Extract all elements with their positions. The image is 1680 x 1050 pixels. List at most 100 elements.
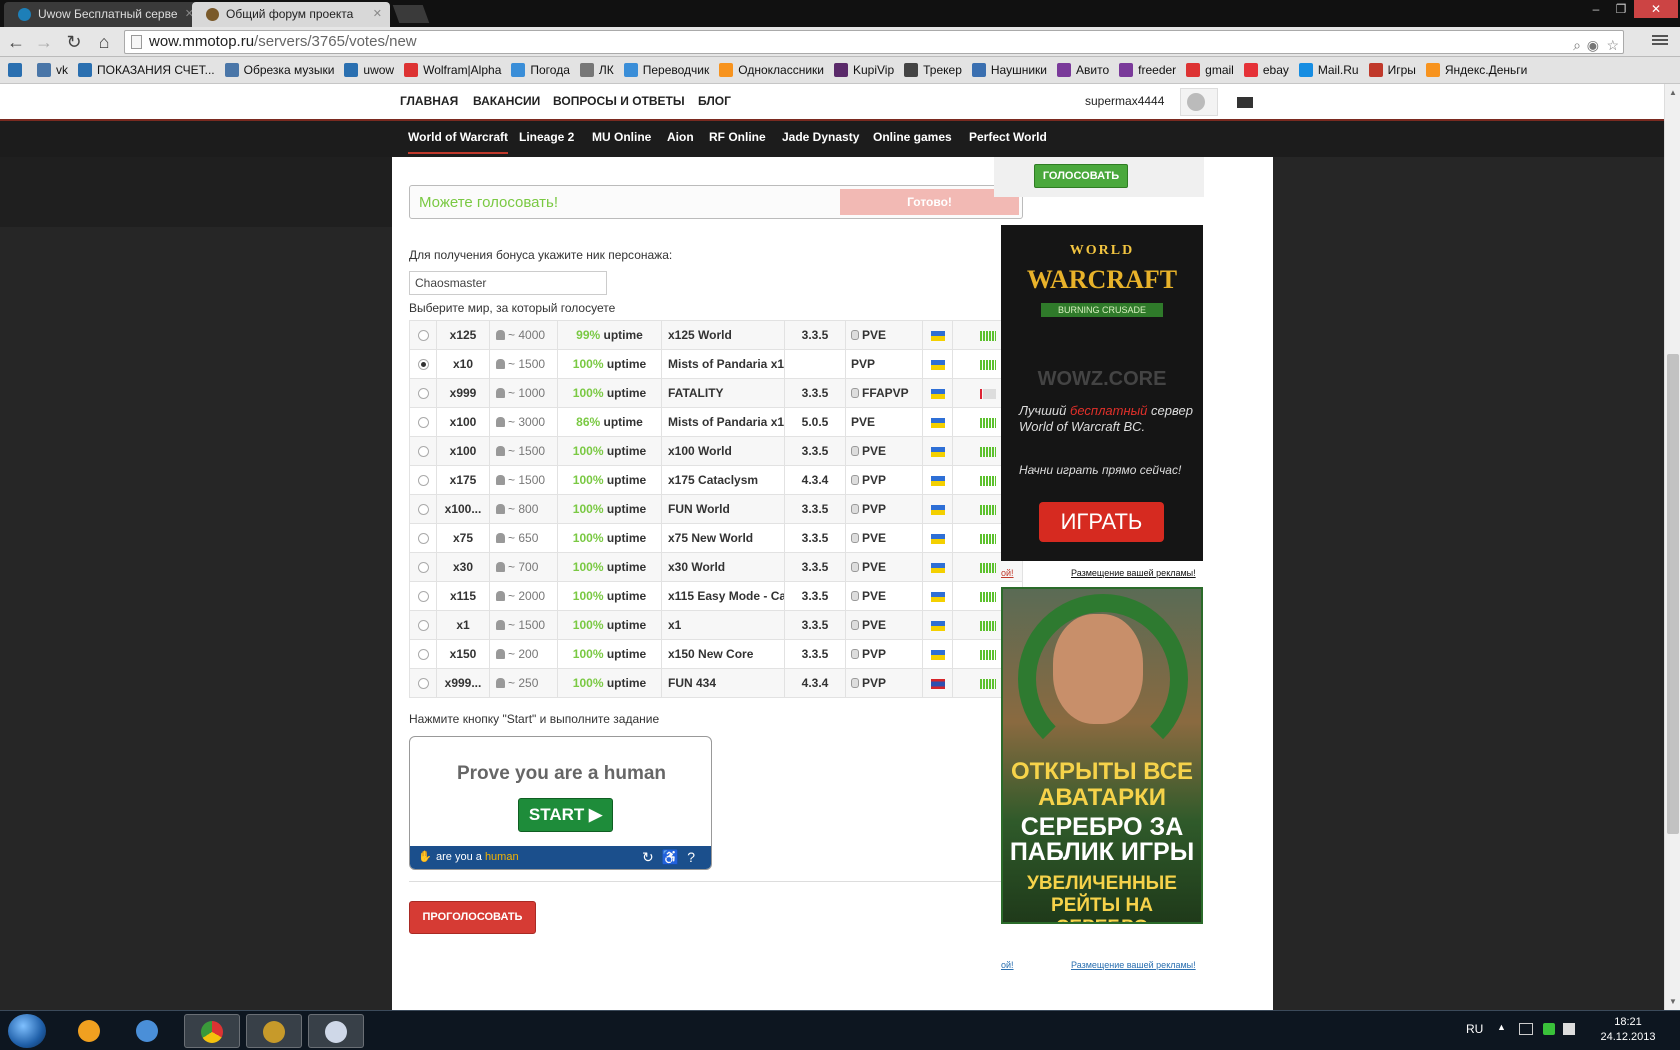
world-row[interactable]: x115~ 2000100% uptimex115 Easy Mode - Ca…: [409, 581, 1023, 611]
network-icon[interactable]: [1563, 1023, 1575, 1035]
bookmark-item[interactable]: gmail: [1186, 57, 1234, 83]
world-row[interactable]: x125 ~ 4000 99% uptime x125 World 3.3.5 PVE: [409, 320, 1023, 350]
ad-banner-game[interactable]: ОТКРЫТЫ ВСЕ АВАТАРКИ СЕРЕБРО ЗА ПАБЛИК И…: [1001, 587, 1203, 924]
close-window-icon[interactable]: ✕: [1634, 0, 1678, 18]
game-tab-rf[interactable]: RF Online: [709, 130, 766, 144]
world-row[interactable]: x175 ~ 1500 100% uptime x175 Cataclysm 4.3.4…: [409, 465, 1023, 495]
taskbar-app[interactable]: [308, 1014, 364, 1048]
world-radio[interactable]: [417, 359, 429, 371]
captcha-start-button[interactable]: START ▶: [518, 798, 613, 832]
world-radio[interactable]: [417, 475, 429, 487]
bookmark-item[interactable]: Обрезка музыки: [224, 57, 334, 83]
bookmark-item[interactable]: Игры: [1368, 57, 1416, 83]
world-radio[interactable]: [417, 562, 429, 574]
reload-icon[interactable]: ↻: [62, 31, 86, 53]
world-radio[interactable]: [417, 649, 429, 661]
bookmark-item[interactable]: uwow: [344, 57, 394, 83]
world-radio[interactable]: [417, 620, 429, 632]
accessibility-icon[interactable]: ♿: [662, 849, 687, 865]
bookmark-item[interactable]: Наушники: [971, 57, 1047, 83]
bookmark-item[interactable]: vk: [37, 57, 68, 83]
nav-link-home[interactable]: ГЛАВНАЯ: [400, 94, 458, 108]
world-radio-cell[interactable]: [409, 639, 437, 669]
world-row[interactable]: x150 ~ 200 100% uptime x150 New Core 3.3.5 PV…: [409, 639, 1023, 669]
world-row[interactable]: x999 ~ 1000 100% uptime FATALITY 3.3.5 FFAPVP: [409, 378, 1023, 408]
world-radio[interactable]: [417, 417, 429, 429]
ad-link-place[interactable]: Размещение вашей рекламы!: [1071, 960, 1196, 970]
world-radio-cell[interactable]: [409, 407, 437, 437]
ad-link-short[interactable]: ой!: [1001, 960, 1014, 970]
tray-app-icon[interactable]: [1543, 1023, 1555, 1035]
world-radio-cell[interactable]: [409, 349, 437, 379]
nav-link-vacancies[interactable]: ВАКАНСИИ: [473, 94, 540, 108]
world-radio-cell[interactable]: [409, 581, 437, 611]
home-icon[interactable]: ⌂: [92, 31, 116, 53]
tab-close-icon[interactable]: ✕: [373, 2, 382, 26]
start-button[interactable]: [8, 1014, 46, 1048]
game-tab-lineage2[interactable]: Lineage 2: [519, 130, 574, 144]
language-indicator[interactable]: RU: [1466, 1022, 1483, 1036]
scroll-up-icon[interactable]: ▲: [1669, 88, 1677, 97]
ad-link-place[interactable]: Размещение вашей рекламы!: [1071, 568, 1196, 578]
world-radio-cell[interactable]: [409, 436, 437, 466]
world-radio-cell[interactable]: [409, 523, 437, 553]
nick-input[interactable]: [409, 271, 607, 295]
new-tab-button[interactable]: [392, 5, 430, 23]
world-radio-cell[interactable]: [409, 494, 437, 524]
bookmark-item[interactable]: Переводчик: [623, 57, 709, 83]
bookmark-item[interactable]: Яндекс.Деньги: [1425, 57, 1527, 83]
ready-button[interactable]: Готово!: [840, 189, 1019, 215]
bookmark-item[interactable]: KupiVip: [833, 57, 894, 83]
refresh-icon[interactable]: ↻: [642, 849, 662, 865]
bookmark-item[interactable]: [8, 57, 27, 83]
mail-icon[interactable]: [1237, 97, 1253, 108]
world-radio[interactable]: [417, 388, 429, 400]
world-row[interactable]: x75 ~ 650 100% uptime x75 New World 3.3.5 PVE: [409, 523, 1023, 553]
scroll-down-icon[interactable]: ▼: [1669, 997, 1677, 1006]
scroll-thumb[interactable]: [1667, 354, 1679, 834]
lightbulb-icon[interactable]: ◉: [1587, 34, 1599, 56]
taskbar-itunes[interactable]: [120, 1014, 176, 1048]
game-tab-mu[interactable]: MU Online: [592, 130, 651, 144]
world-radio-cell[interactable]: [409, 668, 437, 698]
game-tab-wow[interactable]: World of Warcraft: [408, 130, 509, 154]
avatar[interactable]: [1180, 88, 1218, 116]
world-row[interactable]: x999... ~ 250 100% uptime FUN 434 4.3.4 PVP: [409, 668, 1023, 698]
tray-expand-icon[interactable]: ▲: [1497, 1022, 1506, 1032]
bookmark-item[interactable]: Погода: [511, 57, 570, 83]
world-row[interactable]: x30 ~ 700 100% uptime x30 World 3.3.5 PVE: [409, 552, 1023, 582]
world-row[interactable]: x100... ~ 800 100% uptime FUN World 3.3.5 PVP: [409, 494, 1023, 524]
clock[interactable]: 18:21 24.12.2013: [1588, 1015, 1668, 1045]
world-radio-cell[interactable]: [409, 610, 437, 640]
ad-banner-wow[interactable]: WORLD WARCRAFT BURNING CRUSADE WOWZ.CORE…: [1001, 225, 1203, 561]
world-radio-cell[interactable]: [409, 320, 437, 350]
restore-icon[interactable]: ❐: [1608, 0, 1634, 18]
minimize-icon[interactable]: –: [1583, 0, 1609, 18]
world-row[interactable]: x100 ~ 3000 86% uptime Mists of Pandaria x1…: [409, 407, 1023, 437]
world-row[interactable]: x100 ~ 1500 100% uptime x100 World 3.3.5 PVE: [409, 436, 1023, 466]
game-tab-perfect-world[interactable]: Perfect World: [969, 130, 1047, 144]
world-radio[interactable]: [417, 330, 429, 342]
back-arrow-icon[interactable]: ←: [4, 31, 28, 53]
world-radio-cell[interactable]: [409, 552, 437, 582]
bookmark-item[interactable]: freeder: [1119, 57, 1176, 83]
bookmark-item[interactable]: ПОКАЗАНИЯ СЧЕТ...: [78, 57, 215, 83]
bookmark-item[interactable]: ЛК: [579, 57, 614, 83]
taskbar-aimp[interactable]: [62, 1014, 118, 1048]
username[interactable]: supermax4444: [1085, 94, 1164, 108]
menu-icon[interactable]: [1652, 33, 1668, 49]
ad-play-button[interactable]: ИГРАТЬ: [1039, 502, 1164, 542]
world-radio-cell[interactable]: [409, 465, 437, 495]
world-radio[interactable]: [417, 504, 429, 516]
submit-vote-button[interactable]: ПРОГОЛОСОВАТЬ: [409, 901, 536, 934]
world-radio[interactable]: [417, 446, 429, 458]
browser-tab-forum[interactable]: Общий форум проекта ✕: [192, 2, 390, 27]
bookmark-item[interactable]: Одноклассники: [719, 57, 824, 83]
forward-arrow-icon[interactable]: →: [32, 31, 56, 53]
game-tab-aion[interactable]: Aion: [667, 130, 694, 144]
taskbar-chrome[interactable]: [184, 1014, 240, 1048]
world-row[interactable]: x10 ~ 1500 100% uptime Mists of Pandaria x1…: [409, 349, 1023, 379]
page-scrollbar[interactable]: ▲ ▼: [1664, 84, 1680, 1010]
bookmark-item[interactable]: Авито: [1057, 57, 1109, 83]
game-tab-online[interactable]: Online games: [873, 130, 952, 144]
